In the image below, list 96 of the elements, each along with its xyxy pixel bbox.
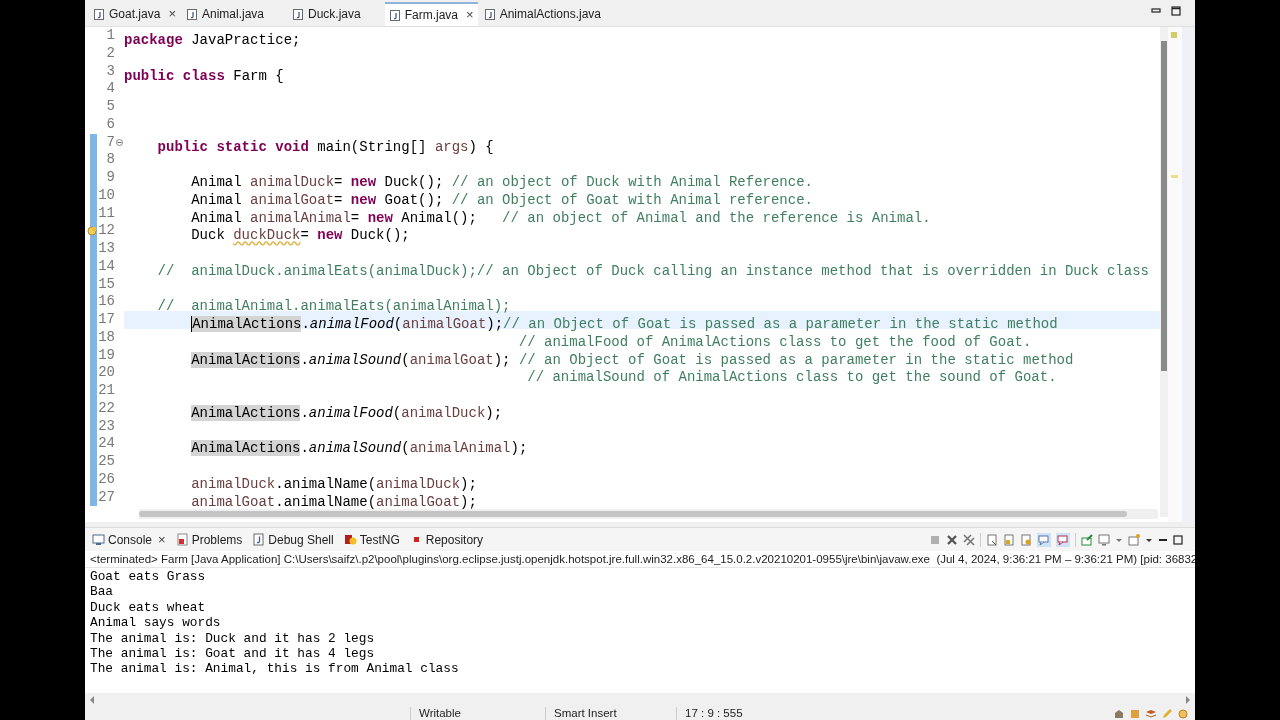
java-file-icon [388,8,401,22]
line-number: 10 [97,186,115,205]
code-line: Animal animalDuck= new Duck(); // an object of Duck with Animal Reference. [190,174,813,190]
line-number: 20 [97,364,115,382]
line-number: 7 [105,133,115,152]
console-output-line: Baa [90,584,115,600]
line-number: 5 [105,98,115,116]
line-number: 18 [97,328,115,347]
code-line: AnimalActions.animalFood(animalDuck); [190,404,503,421]
double-x-icon[interactable] [963,534,975,546]
line-number: 22 [97,399,115,418]
testng-icon [343,533,357,546]
line-number: 9 [105,169,115,187]
editor-tab[interactable]: Animal.java [181,2,286,26]
java-file-icon [185,7,198,21]
code-line: animalGoat.animalName(animalGoat); [190,493,477,509]
stack-icon[interactable] [1145,708,1157,719]
left-arrow-icon[interactable] [88,695,96,705]
right-arrow-icon[interactable] [1184,695,1192,705]
stop-icon[interactable] [929,534,941,546]
line-number: 13 [97,240,115,258]
java-file-icon [93,7,105,21]
maximize-icon[interactable] [1173,535,1183,545]
line-number: 1 [105,27,115,45]
close-tab-button[interactable]: × [466,5,474,25]
speech-bubble-icon[interactable] [1056,533,1070,547]
status-text: Writable [418,707,462,720]
editor-tab[interactable]: Duck.java [288,2,383,26]
line-number: 8 [105,151,115,169]
line-number: 26 [97,470,115,489]
line-number: 25 [97,453,115,471]
line-number: 19 [97,346,115,365]
code-line: public static void main(String[] args) { [156,138,494,155]
line-number: 27 [97,488,115,507]
monitor-icon [92,533,105,546]
line-number: 6 [105,115,115,134]
horizontal-scrollbar[interactable] [85,693,1195,707]
code-line: AnimalActions.animalSound(animalGoat); // an Object of Goat is passed as a parameter in the static method [190,351,1074,368]
document-icon [175,533,189,546]
status-text: Smart Insert [553,707,618,720]
circle-icon[interactable] [1177,708,1189,719]
line-number: 12 [97,222,115,240]
line-number: 14 [97,257,115,276]
line-number: 15 [97,275,115,294]
document-icon[interactable] [986,534,998,546]
view-tab[interactable]: Problems [172,529,246,550]
x-icon[interactable] [946,534,958,546]
line-number: 23 [97,417,115,436]
line-number: 2 [105,44,115,63]
console-output-line: Goat eats Grass [90,569,207,585]
status-text: 17 : 9 : 555 [684,707,744,720]
code-line: Duck duckDuck= new Duck(); [190,227,410,244]
view-tab[interactable]: Repository [406,529,487,550]
code-line: AnimalActions.animalSound(animalAnimal); [190,440,528,457]
monitor-icon[interactable] [1098,534,1110,546]
line-number: 4 [105,80,115,98]
console-output-line: The animal is: Animal, this is from Animal class [90,661,460,677]
code-line: // animalSound of AnimalActions class to get the sound of Goat. [526,369,1057,386]
line-number: 24 [97,435,115,453]
close-tab-button[interactable]: × [168,4,176,24]
code-line: package JavaPractice; [124,32,301,48]
line-number: 17 [97,311,115,329]
java-file-icon [252,533,266,546]
close-tab-button[interactable]: × [158,529,166,550]
view-tab[interactable]: Debug Shell [249,529,337,550]
editor-tab[interactable]: Farm.java × [384,2,478,26]
code-line: AnimalActions.animalFood(animalGoat);// an Object of Goat is passed as a parameter in the static method [190,316,1058,332]
editor-tab[interactable]: Goat.java × [89,2,180,26]
code-line: Animal animalGoat= new Goat(); // an Object of Goat with Animal reference. [190,191,813,208]
minimize-icon[interactable] [1151,6,1161,16]
speech-bubble-icon[interactable] [1037,533,1051,547]
fold-icon[interactable] [116,138,123,146]
view-tab[interactable]: Console × [89,529,169,550]
new-window-icon[interactable] [1128,534,1140,546]
view-tab[interactable]: TestNG [340,529,403,550]
code-line: public class Farm { [124,67,284,84]
console-output-line: The animal is: Duck and it has 2 legs [90,630,376,647]
console-output-line: Animal says words [90,615,222,631]
code-line: Animal animalAnimal= new Animal(); // an object of Animal and the reference is Animal. [190,209,931,226]
editor-tab[interactable]: AnimalActions.java [479,2,623,26]
vertical-scrollbar[interactable] [1160,27,1168,517]
maximize-icon[interactable] [1171,6,1181,16]
java-file-icon [483,7,496,21]
line-number: 11 [97,204,115,223]
console-output-line: The animal is: Goat and it has 4 legs [90,646,376,662]
console-output-line: Duck eats wheat [90,599,207,616]
code-line: animalDuck.animalName(animalDuck); [190,475,477,492]
code-line: // animalAnimal.animalEats(animalAnimal); [156,298,511,315]
pin-icon[interactable] [1081,534,1093,546]
code-line: // animalFood of AnimalActions class to get the food of Goat. [517,333,1032,350]
line-number: 3 [105,62,115,81]
java-file-icon [292,7,304,21]
code-line: // animalDuck.animalEats(animalDuck);// an Object of Duck calling an instance method that is overridden in Duck class [156,262,1149,279]
horizontal-scrollbar[interactable] [139,509,1158,519]
line-number: 16 [97,293,115,311]
line-number: 21 [97,382,115,400]
